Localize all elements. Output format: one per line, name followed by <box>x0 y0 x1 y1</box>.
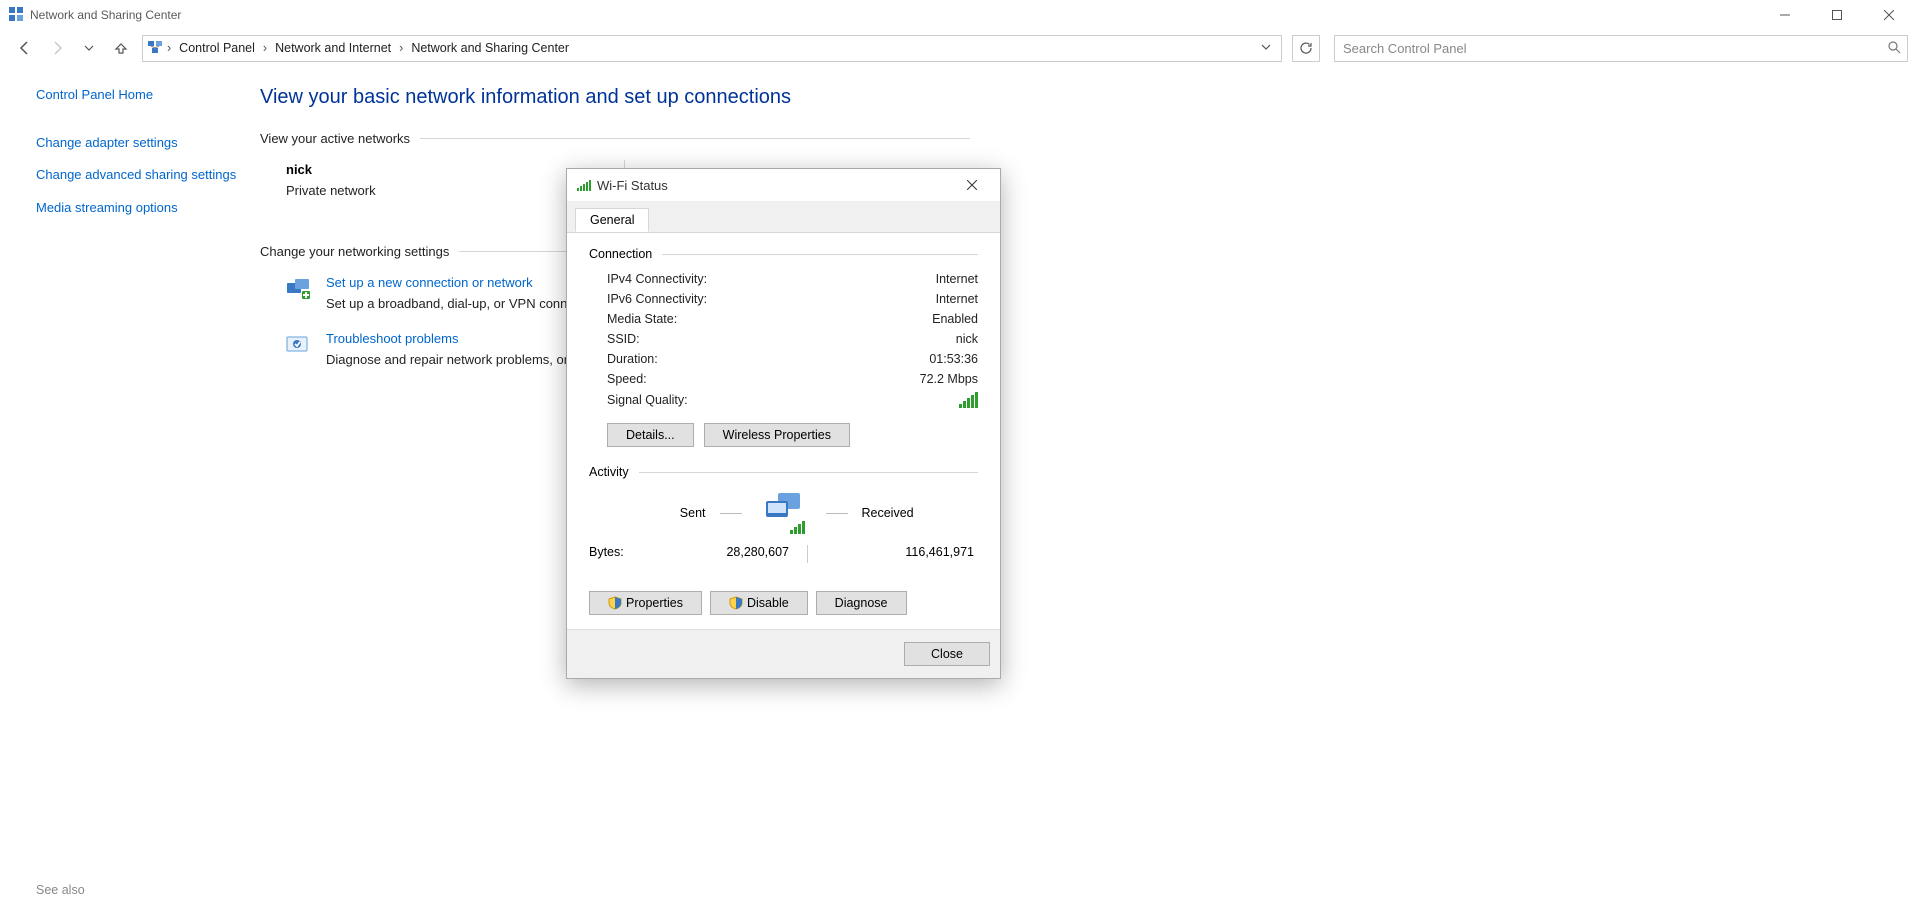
chevron-right-icon[interactable]: › <box>263 41 267 55</box>
wireless-properties-button[interactable]: Wireless Properties <box>704 423 850 447</box>
refresh-button[interactable] <box>1292 35 1320 62</box>
speed-value: 72.2 Mbps <box>920 372 978 386</box>
network-activity-icon <box>756 491 812 535</box>
sidebar: Control Panel Home Change adapter settin… <box>0 86 260 387</box>
back-button[interactable] <box>14 37 36 59</box>
page-title: View your basic network information and … <box>260 86 1020 109</box>
dialog-title: Wi-Fi Status <box>597 178 668 193</box>
address-bar[interactable]: › Control Panel › Network and Internet ›… <box>142 35 1282 62</box>
wifi-status-dialog: Wi-Fi Status General Connection IPv4 Con… <box>566 168 1001 679</box>
speed-label: Speed: <box>607 372 647 386</box>
activity-group-label: Activity <box>589 465 629 479</box>
sent-label: Sent <box>596 506 706 520</box>
breadcrumb-control-panel[interactable]: Control Panel <box>175 39 259 57</box>
chevron-right-icon[interactable]: › <box>167 41 171 55</box>
bytes-sent-value: 28,280,607 <box>669 545 789 563</box>
chevron-right-icon[interactable]: › <box>399 41 403 55</box>
maximize-button[interactable] <box>1814 0 1860 30</box>
media-state-label: Media State: <box>607 312 677 326</box>
divider <box>662 254 978 255</box>
divider <box>807 545 808 563</box>
wifi-icon <box>577 180 591 191</box>
ssid-label: SSID: <box>607 332 640 346</box>
address-history-button[interactable] <box>1255 41 1277 55</box>
connection-group-label: Connection <box>589 247 652 261</box>
dialog-tabstrip: General <box>567 201 1000 233</box>
dialog-close-button[interactable] <box>950 170 994 200</box>
media-state-value: Enabled <box>932 312 978 326</box>
sidebar-change-adapter[interactable]: Change adapter settings <box>36 134 246 152</box>
disable-button[interactable]: Disable <box>710 591 808 615</box>
sidebar-control-panel-home[interactable]: Control Panel Home <box>36 86 246 104</box>
duration-label: Duration: <box>607 352 658 366</box>
divider <box>420 138 970 139</box>
properties-label: Properties <box>626 596 683 610</box>
sidebar-advanced-sharing[interactable]: Change advanced sharing settings <box>36 166 246 184</box>
sidebar-media-streaming[interactable]: Media streaming options <box>36 199 246 217</box>
network-sharing-icon <box>147 39 163 58</box>
change-settings-label: Change your networking settings <box>260 244 449 259</box>
control-panel-icon <box>8 6 24 25</box>
search-input[interactable] <box>1341 40 1887 57</box>
details-button[interactable]: Details... <box>607 423 694 447</box>
active-networks-label: View your active networks <box>260 131 410 146</box>
minimize-button[interactable] <box>1762 0 1808 30</box>
signal-strength-icon <box>959 392 978 408</box>
setup-connection-link[interactable]: Set up a new connection or network <box>326 275 533 290</box>
disable-label: Disable <box>747 596 789 610</box>
bytes-received-value: 116,461,971 <box>826 545 974 563</box>
close-button[interactable]: Close <box>904 642 990 666</box>
breadcrumb-network-internet[interactable]: Network and Internet <box>271 39 395 57</box>
ssid-value: nick <box>956 332 978 346</box>
up-button[interactable] <box>110 37 132 59</box>
divider <box>639 472 978 473</box>
shield-icon <box>608 596 622 610</box>
ipv6-value: Internet <box>936 292 978 306</box>
window-titlebar: Network and Sharing Center <box>0 0 1920 30</box>
ipv4-value: Internet <box>936 272 978 286</box>
properties-button[interactable]: Properties <box>589 591 702 615</box>
toolbar: › Control Panel › Network and Internet ›… <box>0 30 1920 66</box>
troubleshoot-link[interactable]: Troubleshoot problems <box>326 331 458 346</box>
close-window-button[interactable] <box>1866 0 1912 30</box>
search-icon[interactable] <box>1887 40 1901 57</box>
breadcrumb-network-sharing-center[interactable]: Network and Sharing Center <box>407 39 573 57</box>
forward-button[interactable] <box>46 37 68 59</box>
dialog-titlebar[interactable]: Wi-Fi Status <box>567 169 1000 201</box>
diagnose-button[interactable]: Diagnose <box>816 591 907 615</box>
troubleshoot-icon <box>284 331 312 359</box>
ipv6-label: IPv6 Connectivity: <box>607 292 707 306</box>
shield-icon <box>729 596 743 610</box>
duration-value: 01:53:36 <box>929 352 978 366</box>
tab-general[interactable]: General <box>575 208 649 232</box>
window-title: Network and Sharing Center <box>30 8 181 22</box>
bytes-label: Bytes: <box>589 545 669 563</box>
ipv4-label: IPv4 Connectivity: <box>607 272 707 286</box>
divider <box>720 513 742 514</box>
received-label: Received <box>862 506 972 520</box>
divider <box>826 513 848 514</box>
search-container <box>1334 35 1908 62</box>
see-also-heading: See also <box>36 883 85 897</box>
signal-quality-label: Signal Quality: <box>607 393 688 407</box>
recent-locations-button[interactable] <box>78 37 100 59</box>
setup-connection-icon <box>284 275 312 303</box>
